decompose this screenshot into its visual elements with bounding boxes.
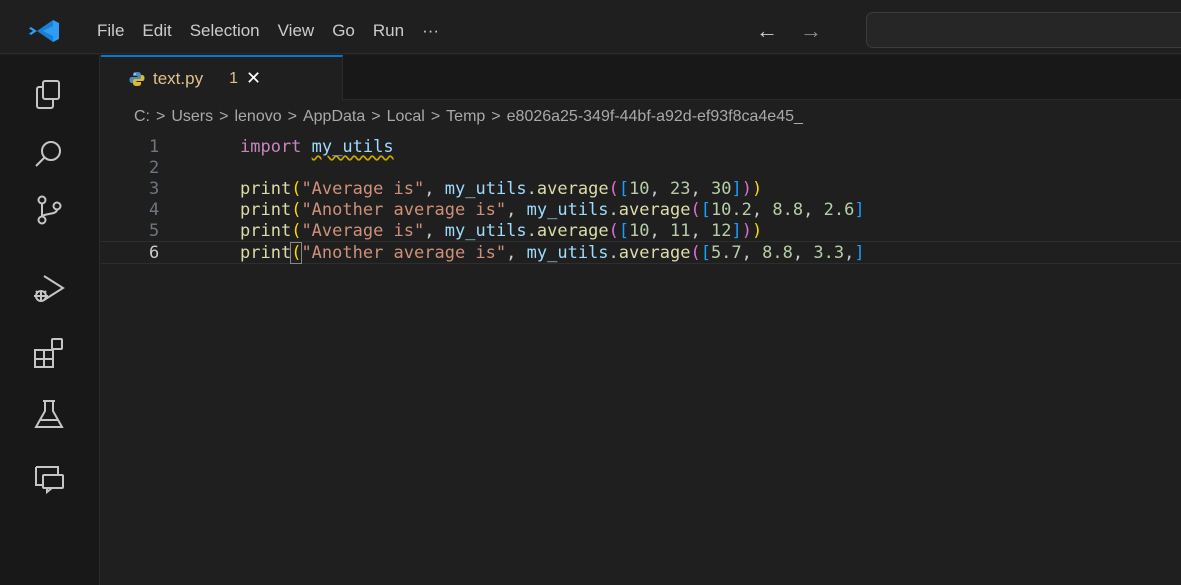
- explorer-icon[interactable]: [30, 75, 68, 113]
- code-text: print("Average is", my_utils.average([10…: [240, 179, 763, 199]
- code-line[interactable]: 3 print("Average is", my_utils.average([1…: [101, 178, 1181, 201]
- code-line[interactable]: 6 print("Another average is", my_utils.av…: [101, 241, 1181, 264]
- breadcrumb-separator: >: [219, 108, 229, 125]
- breadcrumb-separator: >: [430, 108, 441, 125]
- search-icon[interactable]: [30, 135, 68, 173]
- breadcrumb-separator: >: [287, 108, 297, 125]
- code-text: print("Another average is", my_utils.ave…: [240, 200, 865, 220]
- breadcrumb-item[interactable]: lenovo: [234, 108, 281, 126]
- forward-arrow-icon[interactable]: →: [800, 18, 822, 44]
- run-debug-icon[interactable]: [30, 269, 68, 307]
- breadcrumb-separator: >: [491, 108, 501, 125]
- menu-selection[interactable]: Selection: [181, 18, 269, 44]
- code-editor[interactable]: 1 import my_utils 2 3 print("Average is", my…: [101, 132, 1181, 585]
- menu-more[interactable]: ···: [413, 18, 448, 44]
- breadcrumb-item[interactable]: Users: [171, 108, 213, 126]
- line-number: 4: [149, 200, 160, 220]
- menu-go[interactable]: Go: [323, 18, 364, 44]
- breadcrumb-separator: >: [371, 108, 381, 125]
- line-number: 2: [149, 158, 160, 178]
- tab-problems-count: 1: [229, 69, 238, 87]
- menu-view[interactable]: View: [269, 18, 324, 44]
- code-line[interactable]: 2: [101, 157, 1181, 180]
- code-text: print("Another average is", my_utils.ave…: [240, 242, 865, 264]
- testing-icon[interactable]: [30, 395, 68, 433]
- activity-bar: [0, 55, 100, 585]
- python-icon: [129, 71, 145, 87]
- tab-filename: text.py: [153, 68, 204, 88]
- navigation-arrows: ← →: [756, 18, 822, 44]
- source-control-icon[interactable]: [30, 191, 68, 229]
- line-number: 3: [149, 179, 160, 199]
- breadcrumb: C: > Users > lenovo > AppData > Local > …: [134, 104, 1181, 130]
- breadcrumb-item[interactable]: e8026a25-349f-44bf-a92d-ef93f8ca4e45_: [507, 108, 803, 126]
- menu-bar: File Edit Selection View Go Run ···: [88, 18, 448, 44]
- menu-file[interactable]: File: [88, 18, 133, 44]
- code-line[interactable]: 1 import my_utils: [101, 136, 1181, 159]
- vscode-logo-icon[interactable]: [28, 18, 62, 44]
- code-line[interactable]: 5 print("Average is", my_utils.average([1…: [101, 220, 1181, 243]
- line-number: 1: [149, 137, 160, 157]
- breadcrumb-item[interactable]: AppData: [303, 108, 365, 126]
- menu-run[interactable]: Run: [364, 18, 413, 44]
- breadcrumb-item[interactable]: Local: [387, 108, 425, 126]
- back-arrow-icon[interactable]: ←: [756, 18, 778, 44]
- extensions-icon[interactable]: [30, 333, 68, 371]
- close-icon[interactable]: ✕: [246, 68, 261, 89]
- code-text: import my_utils: [240, 137, 394, 157]
- title-bar: File Edit Selection View Go Run ··· ← →: [0, 0, 1181, 54]
- code-text: print("Average is", my_utils.average([10…: [240, 221, 763, 241]
- code-line[interactable]: 4 print("Another average is", my_utils.av…: [101, 199, 1181, 222]
- breadcrumb-separator: >: [156, 108, 166, 125]
- line-number: 6: [149, 243, 160, 263]
- line-number: 5: [149, 221, 160, 241]
- breadcrumb-item[interactable]: Temp: [446, 108, 485, 126]
- editor-tab-bar: text.py 1 ✕: [101, 55, 1181, 100]
- breadcrumb-item[interactable]: C:: [134, 108, 150, 126]
- command-center-search[interactable]: [866, 12, 1181, 48]
- menu-edit[interactable]: Edit: [133, 18, 180, 44]
- tab-text-py[interactable]: text.py 1 ✕: [101, 55, 343, 100]
- remote-explorer-icon[interactable]: [30, 459, 68, 497]
